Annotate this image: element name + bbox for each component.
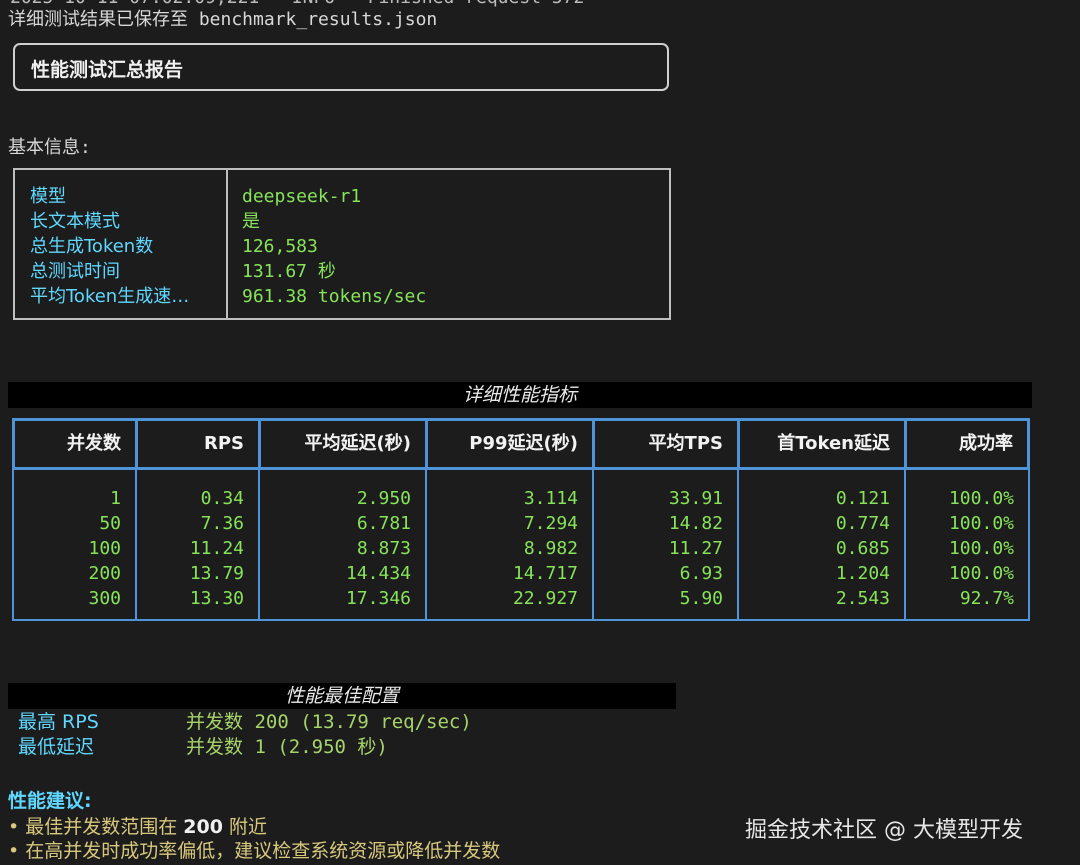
info-value-model: deepseek-r1 (242, 186, 362, 207)
info-value-long-text: 是 (242, 211, 260, 232)
table-cell: 11.24 (189, 538, 244, 559)
table-cell: 0.685 (835, 538, 890, 559)
table-cell: 0.34 (200, 488, 244, 509)
header-success-rate: 成功率 (959, 433, 1013, 454)
advice-item-2: • 在高并发时成功率偏低，建议检查系统资源或降低并发数 (8, 840, 501, 862)
advice-item-1: • 最佳并发数范围在 200 附近 (8, 812, 267, 839)
watermark: 掘金技术社区 @ 大模型开发 (745, 818, 1023, 843)
info-key-long-text: 长文本模式 (30, 211, 120, 232)
column-success-rate: 100.0% 100.0% 100.0% 100.0% 92.7% (906, 470, 1028, 619)
info-value-total-time: 131.67 秒 (242, 261, 336, 282)
advice-text: • 最佳并发数范围在 (8, 816, 184, 838)
advice-text: 附近 (222, 816, 268, 838)
table-cell: 8.873 (356, 538, 411, 559)
info-keys: 模型 长文本模式 总生成Token数 总测试时间 平均Token生成速… (30, 184, 189, 309)
table-cell: 22.927 (512, 588, 578, 609)
info-key-avg-speed: 平均Token生成速… (30, 286, 190, 307)
table-cell: 100.0% (948, 563, 1014, 584)
table-cell: 100.0% (948, 538, 1014, 559)
best-key: 最高 RPS (18, 711, 99, 733)
best-value: 并发数 1 (2.950 秒) (186, 736, 388, 758)
best-value: 并发数 200 (13.79 req/sec) (186, 711, 472, 733)
basic-info-table: 模型 长文本模式 总生成Token数 总测试时间 平均Token生成速… dee… (13, 168, 671, 320)
header-rps: RPS (138, 421, 261, 467)
table-cell: 17.346 (345, 588, 411, 609)
info-values: deepseek-r1 是 126,583 131.67 秒 961.38 to… (242, 184, 426, 309)
table-cell: 0.774 (835, 513, 890, 534)
table-cell: 14.82 (668, 513, 723, 534)
best-item-min-latency: 最低延迟 并发数 1 (2.950 秒) (18, 735, 388, 760)
table-cell: 33.91 (668, 488, 723, 509)
metrics-title: 详细性能指标 (8, 382, 1032, 408)
table-cell: 100 (88, 538, 121, 559)
column-first-token-latency: 0.121 0.774 0.685 1.204 2.543 (739, 470, 906, 619)
best-key: 最低延迟 (18, 736, 95, 758)
report-title: 性能测试汇总报告 (31, 59, 184, 81)
table-cell: 300 (88, 588, 121, 609)
table-cell: 1.204 (835, 563, 890, 584)
column-avg-tps: 33.91 14.82 11.27 6.93 5.90 (594, 470, 739, 619)
column-rps: 0.34 7.36 11.24 13.79 13.30 (137, 470, 260, 619)
metrics-table-header: 并发数 RPS 平均延迟(秒) P99延迟(秒) 平均TPS 首Token延迟 … (12, 418, 1030, 470)
table-cell: 8.982 (523, 538, 578, 559)
table-cell: 11.27 (668, 538, 723, 559)
best-item-max-rps: 最高 RPS 并发数 200 (13.79 req/sec) (18, 710, 472, 735)
header-avg-tps: 平均TPS (595, 421, 740, 467)
info-key-model: 模型 (30, 186, 66, 207)
column-avg-latency: 2.950 6.781 8.873 14.434 17.346 (260, 470, 427, 619)
header-first-token-latency: 首Token延迟 (740, 421, 907, 467)
advice-highlight: 200 (183, 816, 223, 838)
table-cell: 50 (99, 513, 121, 534)
metrics-table-body: 1 50 100 200 300 0.34 7.36 11.24 13.79 1… (12, 470, 1030, 621)
header-avg-latency: 平均延迟(秒) (261, 421, 428, 467)
table-cell: 100.0% (948, 488, 1014, 509)
info-key-total-tokens: 总生成Token数 (30, 236, 154, 257)
info-key-total-time: 总测试时间 (30, 261, 120, 282)
table-cell: 13.30 (189, 588, 244, 609)
table-cell: 100.0% (948, 513, 1014, 534)
table-cell: 2.543 (835, 588, 890, 609)
basic-info-label: 基本信息: (8, 137, 91, 158)
info-value-avg-speed: 961.38 tokens/sec (242, 286, 427, 307)
table-cell: 200 (88, 563, 121, 584)
table-cell: 6.93 (679, 563, 723, 584)
table-cell: 92.7% (959, 588, 1014, 609)
table-cell: 1 (110, 488, 121, 509)
column-concurrency: 1 50 100 200 300 (14, 470, 137, 619)
table-cell: 14.717 (512, 563, 578, 584)
info-value-total-tokens: 126,583 (242, 236, 318, 257)
header-p99-latency: P99延迟(秒) (428, 421, 595, 467)
table-cell: 6.781 (356, 513, 411, 534)
table-cell: 14.434 (345, 563, 411, 584)
advice-title: 性能建议: (8, 790, 92, 812)
table-cell: 0.121 (835, 488, 890, 509)
best-config-title: 性能最佳配置 (8, 683, 676, 709)
table-cell: 13.79 (189, 563, 244, 584)
table-cell: 7.294 (523, 513, 578, 534)
table-cell: 3.114 (523, 488, 578, 509)
saved-results-message: 详细测试结果已保存至 benchmark_results.json (8, 9, 438, 30)
table-cell: 7.36 (200, 513, 244, 534)
column-p99-latency: 3.114 7.294 8.982 14.717 22.927 (427, 470, 594, 619)
report-title-box: 性能测试汇总报告 (13, 43, 669, 91)
table-cell: 5.90 (679, 588, 723, 609)
table-cell: 2.950 (356, 488, 411, 509)
header-concurrency: 并发数 (15, 421, 138, 467)
info-divider (226, 170, 228, 318)
